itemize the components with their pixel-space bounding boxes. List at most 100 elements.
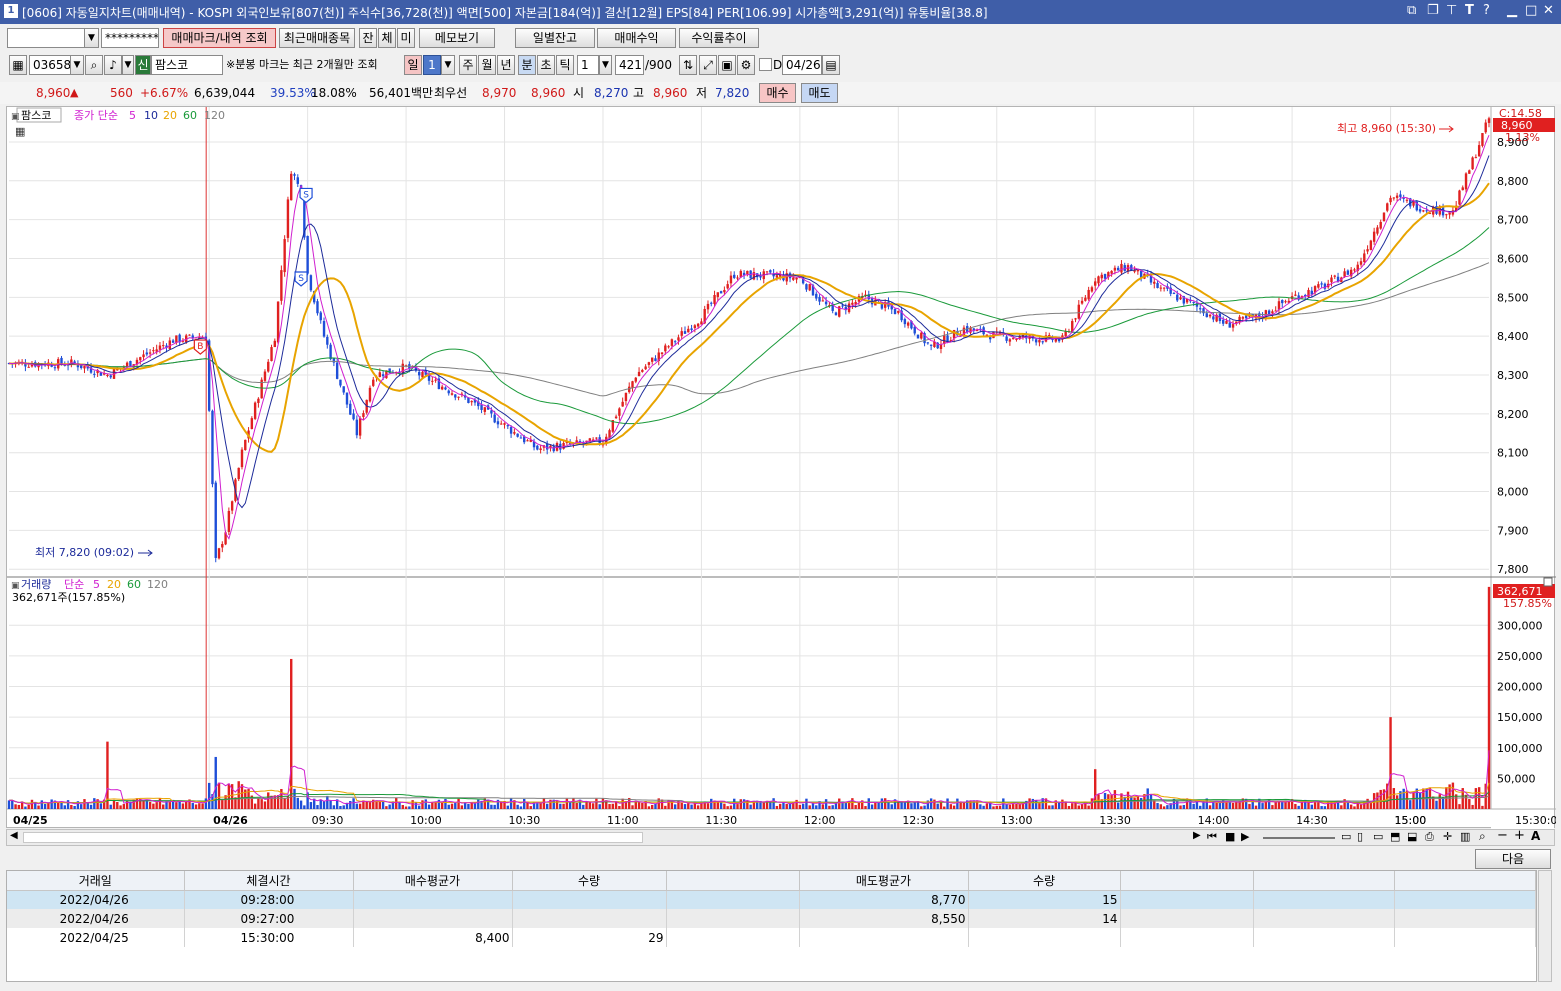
col-trade-date[interactable]: 거래일: [7, 871, 185, 891]
cell-buy-avg: [353, 909, 513, 928]
volume-bar: [204, 798, 208, 809]
save-icon[interactable]: ▣: [718, 55, 736, 75]
candle-body: [240, 449, 244, 468]
candle-body: [673, 341, 677, 343]
col-buy-qty[interactable]: 수량: [512, 871, 667, 891]
scroll-right-icon[interactable]: ▶: [1193, 830, 1201, 841]
zoom-search-icon[interactable]: ⌕: [1479, 829, 1486, 844]
volume-bar: [14, 804, 17, 809]
chart-canvas[interactable]: 8,9008,8008,7008,6008,5008,4008,3008,200…: [7, 107, 1556, 829]
sell-button[interactable]: 매도: [801, 83, 838, 103]
gear-icon[interactable]: ⚙: [737, 55, 755, 75]
period-year-tab[interactable]: 년: [497, 55, 515, 75]
date-checkbox[interactable]: [759, 58, 772, 71]
period-number-select[interactable]: 1: [423, 55, 441, 75]
help-icon[interactable]: ?: [1483, 3, 1490, 18]
line-tool-icon[interactable]: ⬒: [1390, 830, 1400, 843]
volume-bar: [933, 799, 936, 809]
grid-scrollbar[interactable]: [1538, 870, 1552, 982]
time-axis-label: 04/25: [13, 814, 48, 827]
volume-bar: [887, 801, 890, 809]
period-month-tab[interactable]: 월: [478, 55, 496, 75]
volume-bar: [1038, 803, 1041, 809]
table-row[interactable]: 2022/04/26 09:27:00 8,550 14: [7, 909, 1536, 928]
candle-body: [306, 235, 309, 274]
candle-body: [618, 408, 621, 416]
play-icon[interactable]: ▶: [1241, 830, 1249, 843]
layout-icon[interactable]: ▦: [9, 55, 27, 75]
col-exec-time[interactable]: 체결시간: [184, 871, 354, 891]
date-input[interactable]: 04/26: [782, 55, 822, 75]
period-dropdown-icon[interactable]: ▼: [441, 55, 455, 75]
buy-button[interactable]: 매수: [759, 83, 796, 103]
return-trend-button[interactable]: 수익률추이: [679, 28, 759, 48]
speaker-dropdown-icon[interactable]: ▼: [122, 55, 134, 75]
first-bar-icon[interactable]: ⏮: [1207, 830, 1217, 844]
grid-tool-icon[interactable]: ⬓: [1407, 830, 1417, 843]
stock-code-input[interactable]: 036580: [29, 55, 71, 75]
settings-icon[interactable]: ▥: [1460, 830, 1470, 843]
password-field[interactable]: *********: [101, 28, 159, 48]
trade-mark-query-button[interactable]: 매매마크/내역 조회: [163, 28, 276, 48]
candle-body: [480, 404, 483, 410]
volume-bar: [1051, 805, 1054, 809]
trade-profit-button[interactable]: 매매수익: [597, 28, 676, 48]
marker-tool-icon[interactable]: ▭: [1373, 830, 1383, 843]
table-row[interactable]: 2022/04/25 15:30:00 8,400 29: [7, 928, 1536, 947]
candle-body: [273, 340, 277, 348]
link-icon[interactable]: ⧉: [1407, 3, 1416, 18]
zoom-in-icon[interactable]: +: [1514, 828, 1525, 843]
period-tick-tab[interactable]: 틱: [556, 55, 574, 75]
restore-icon[interactable]: ❐: [1427, 3, 1439, 18]
draw-tool-icon[interactable]: ⤢: [699, 55, 717, 75]
speaker-icon[interactable]: ♪: [104, 55, 122, 75]
recent-trades-button[interactable]: 최근매매종목: [279, 28, 355, 48]
period-week-tab[interactable]: 주: [459, 55, 477, 75]
bar-tool-icon[interactable]: ▯: [1357, 830, 1363, 843]
code-dropdown-icon[interactable]: ▼: [70, 55, 84, 75]
col-sell-avg[interactable]: 매도평균가: [799, 871, 969, 891]
interval-input[interactable]: 1: [577, 55, 599, 75]
close-icon[interactable]: ✕: [1543, 3, 1554, 18]
print-icon[interactable]: ⎙: [1425, 830, 1434, 844]
zoom-slider[interactable]: [1263, 837, 1335, 839]
candle-body: [148, 352, 152, 354]
period-minute-tab[interactable]: 분: [518, 55, 536, 75]
search-icon[interactable]: ⌕: [85, 55, 103, 75]
crosshair-icon[interactable]: ✛: [1443, 830, 1452, 843]
account-select[interactable]: [7, 28, 91, 48]
col-buy-avg[interactable]: 매수평균가: [353, 871, 513, 891]
executed-button[interactable]: 체: [378, 28, 396, 48]
chart-panel[interactable]: 8,900 8,800 8,700 8,600 8,500 8,400 8,300 8,200…: [6, 106, 1556, 829]
stop-icon[interactable]: ■: [1225, 830, 1235, 843]
daily-balance-button[interactable]: 일별잔고: [515, 28, 595, 48]
volume-bar: [431, 801, 434, 809]
volume-bar: [582, 804, 585, 809]
font-size-icon[interactable]: A: [1531, 829, 1540, 843]
bar-count-input[interactable]: 421: [615, 55, 644, 75]
font-icon[interactable]: T: [1465, 3, 1474, 18]
fit-icon[interactable]: ▭: [1341, 830, 1351, 843]
scroll-thumb[interactable]: [23, 832, 643, 843]
balance-button[interactable]: 잔: [359, 28, 377, 48]
col-sell-qty[interactable]: 수량: [968, 871, 1121, 891]
candle-body: [227, 510, 231, 532]
maximize-icon[interactable]: □: [1525, 3, 1537, 18]
candle-type-icon[interactable]: ⇅: [679, 55, 697, 75]
account-dropdown-icon[interactable]: ▼: [84, 28, 99, 48]
calendar-icon[interactable]: ▤: [822, 55, 840, 75]
table-row[interactable]: 2022/04/26 09:28:00 8,770 15: [7, 890, 1536, 909]
zoom-out-icon[interactable]: −: [1497, 828, 1508, 843]
unfilled-button[interactable]: 미: [397, 28, 415, 48]
period-day-tab[interactable]: 일: [404, 55, 422, 75]
volume-bar: [1481, 805, 1484, 809]
interval-dropdown-icon[interactable]: ▼: [599, 55, 612, 75]
stock-name-field[interactable]: 팜스코: [151, 55, 223, 75]
scroll-left-icon[interactable]: ◀: [10, 830, 18, 841]
next-button[interactable]: 다음: [1475, 849, 1551, 869]
period-second-tab[interactable]: 초: [537, 55, 555, 75]
minimize-icon[interactable]: ▁: [1507, 3, 1517, 18]
memo-button[interactable]: 메모보기: [419, 28, 495, 48]
candle-body: [276, 301, 280, 343]
pin-icon[interactable]: ⊤: [1446, 3, 1457, 18]
